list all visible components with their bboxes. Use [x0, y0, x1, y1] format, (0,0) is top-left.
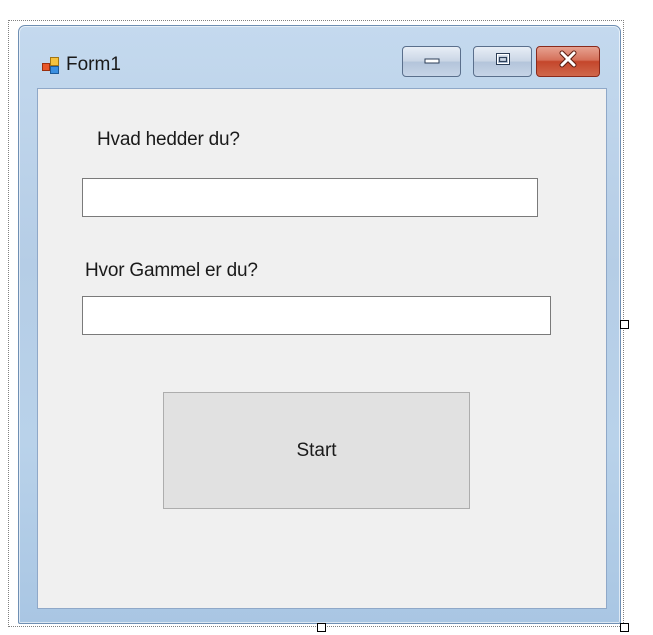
minimize-button[interactable]	[402, 46, 461, 77]
age-label: Hvor Gammel er du?	[85, 260, 258, 281]
designer-surface: Form1 Hvad hedder du? Hvor Gammel er du?…	[0, 0, 653, 635]
start-button-label: Start	[296, 439, 337, 461]
start-button[interactable]: Start	[163, 392, 470, 509]
resize-handle-corner[interactable]	[620, 623, 629, 632]
title-bar[interactable]: Form1	[19, 26, 620, 88]
close-icon	[557, 50, 579, 73]
maximize-icon	[493, 51, 513, 72]
minimize-icon	[422, 53, 442, 71]
resize-handle-right[interactable]	[620, 320, 629, 329]
name-label: Hvad hedder du?	[97, 129, 240, 150]
form-icon	[42, 57, 59, 74]
form-window[interactable]: Form1 Hvad hedder du? Hvor Gammel er du?…	[18, 25, 621, 624]
maximize-button[interactable]	[473, 46, 532, 77]
resize-handle-bottom[interactable]	[317, 623, 326, 632]
form-client-area: Hvad hedder du? Hvor Gammel er du? Start	[37, 88, 607, 609]
name-field[interactable]	[82, 178, 538, 217]
age-field[interactable]	[82, 296, 551, 335]
close-button[interactable]	[536, 46, 600, 77]
window-title: Form1	[66, 54, 121, 75]
